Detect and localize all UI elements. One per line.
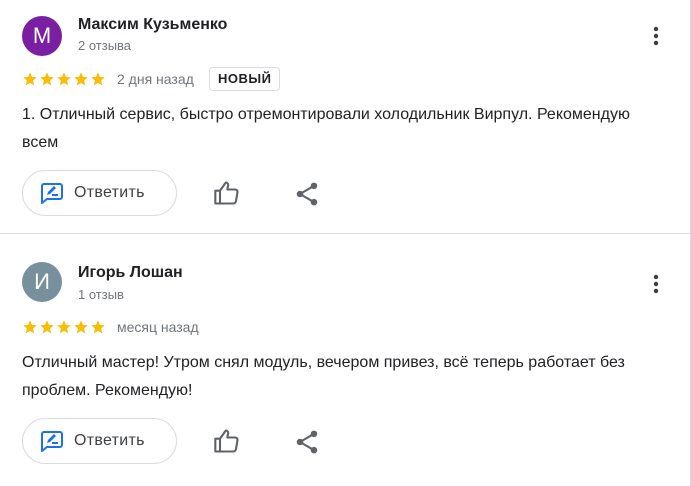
star-icon bbox=[23, 320, 37, 334]
more-options-button[interactable] bbox=[646, 24, 666, 48]
star-icon bbox=[74, 320, 88, 334]
avatar[interactable]: И bbox=[22, 262, 62, 302]
share-button[interactable] bbox=[293, 180, 321, 208]
star-icon bbox=[23, 72, 37, 86]
like-button[interactable] bbox=[213, 179, 241, 207]
review-text: 1. Отличный сервис, быстро отремонтирова… bbox=[22, 106, 630, 151]
star-icon bbox=[40, 320, 54, 334]
share-icon bbox=[296, 430, 318, 454]
star-icon bbox=[57, 72, 71, 86]
author-name[interactable]: Игорь Лошан bbox=[78, 264, 183, 282]
reply-button-label: Ответить bbox=[74, 432, 145, 449]
reply-edit-icon bbox=[41, 431, 63, 452]
avatar[interactable]: М bbox=[22, 16, 62, 56]
more-vert-icon bbox=[653, 274, 659, 294]
reply-button-label: Ответить bbox=[74, 184, 145, 201]
more-vert-icon bbox=[653, 26, 659, 46]
star-icon bbox=[57, 320, 71, 334]
star-rating bbox=[22, 71, 106, 87]
star-icon bbox=[74, 72, 88, 86]
like-button[interactable] bbox=[213, 427, 241, 455]
reply-button[interactable]: Ответить bbox=[22, 170, 177, 216]
star-icon bbox=[40, 72, 54, 86]
star-rating bbox=[22, 319, 106, 335]
author-review-count: 2 отзыва bbox=[78, 38, 132, 53]
review-card: М Максим Кузьменко 2 отзыва 2 дня назад … bbox=[0, 0, 691, 234]
share-button[interactable] bbox=[293, 428, 321, 456]
review-card: И Игорь Лошан 1 отзыв месяц назад Отличн… bbox=[0, 235, 691, 486]
author-name[interactable]: Максим Кузьменко bbox=[78, 16, 227, 34]
thumb-up-icon bbox=[214, 181, 239, 205]
reply-edit-icon bbox=[41, 183, 63, 204]
review-date: месяц назад bbox=[117, 319, 199, 335]
star-icon bbox=[91, 72, 105, 86]
review-text: Отличный мастер! Утром снял модуль, вече… bbox=[22, 354, 625, 399]
thumb-up-icon bbox=[214, 429, 239, 453]
new-badge: НОВЫЙ bbox=[209, 67, 281, 91]
star-icon bbox=[91, 320, 105, 334]
review-date: 2 дня назад bbox=[117, 71, 194, 87]
author-review-count: 1 отзыв bbox=[78, 287, 124, 302]
more-options-button[interactable] bbox=[646, 272, 666, 296]
share-icon bbox=[296, 182, 318, 206]
reply-button[interactable]: Ответить bbox=[22, 418, 177, 464]
